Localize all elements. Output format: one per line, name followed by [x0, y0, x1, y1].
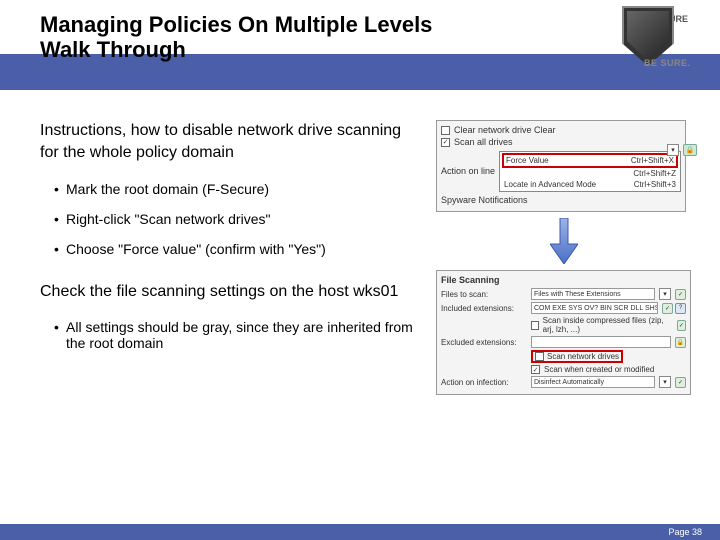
files-to-scan-label: Files to scan:	[441, 290, 527, 299]
dropdown-icon[interactable]: ▾	[667, 144, 679, 156]
list-item: All settings should be gray, since they …	[54, 319, 420, 351]
content-area: Instructions, how to disable network dri…	[0, 90, 720, 490]
scan-network-label: Scan network drives	[547, 352, 619, 361]
context-menu-panel: Clear network drive Clear Scan all drive…	[436, 120, 686, 212]
status-icon: ✓	[675, 377, 686, 388]
scan-created-label: Scan when created or modified	[544, 365, 654, 374]
slide-header: Managing Policies On Multiple LevelsWalk…	[0, 0, 720, 90]
spyware-label: Spyware Notifications	[441, 195, 528, 205]
page-footer: Page 38	[0, 524, 720, 540]
scan-network-highlight: Scan network drives	[531, 350, 623, 363]
dropdown-icon[interactable]: ▾	[659, 288, 671, 300]
excluded-ext-label: Excluded extensions:	[441, 338, 527, 347]
screenshot-column: Clear network drive Clear Scan all drive…	[436, 120, 691, 490]
checkbox-icon[interactable]	[441, 126, 450, 135]
action-infection-label: Action on infection:	[441, 378, 527, 387]
instruction-list: Mark the root domain (F-Secure) Right-cl…	[40, 181, 420, 257]
lock-icon: 🔒	[675, 337, 686, 348]
included-ext-value[interactable]: COM EXE SYS OV? BIN SCR DLL SHS HTM HTA	[531, 302, 658, 314]
arrow-down-icon	[550, 218, 578, 264]
panel-title: File Scanning	[441, 275, 686, 285]
included-ext-label: Included extensions:	[441, 304, 527, 313]
action-infection-value[interactable]: Disinfect Automatically	[531, 376, 655, 388]
page-title: Managing Policies On Multiple LevelsWalk…	[40, 12, 432, 63]
intro-text: Instructions, how to disable network dri…	[40, 120, 420, 163]
scan-compressed-label: Scan inside compressed files (zip, arj, …	[543, 316, 673, 334]
checkbox-icon[interactable]	[531, 321, 539, 330]
status-icon: ✓	[675, 289, 686, 300]
lock-icon[interactable]: 🔒	[683, 144, 697, 156]
action-line-label: Action on line	[441, 166, 495, 176]
dropdown-icon[interactable]: ▾	[659, 376, 671, 388]
page-number: Page 38	[668, 527, 702, 537]
menu-item[interactable]: Ctrl+Shift+Z	[502, 168, 678, 179]
checkbox-icon[interactable]	[535, 352, 544, 361]
clear-label: Clear network drive Clear	[454, 125, 556, 135]
files-to-scan-value[interactable]: Files with These Extensions	[531, 288, 655, 300]
check-list: All settings should be gray, since they …	[40, 319, 420, 351]
brand-tagline: BE SURE.	[644, 58, 691, 68]
checkbox-checked-icon[interactable]	[531, 365, 540, 374]
excluded-ext-value[interactable]	[531, 336, 671, 348]
shield-icon	[622, 6, 674, 66]
instructions-column: Instructions, how to disable network dri…	[40, 120, 420, 490]
checkbox-checked-icon[interactable]	[441, 138, 450, 147]
list-item: Choose "Force value" (confirm with "Yes"…	[54, 241, 420, 257]
scan-label: Scan all drives	[454, 137, 513, 147]
check-text: Check the file scanning settings on the …	[40, 281, 420, 303]
menu-locate-advanced[interactable]: Locate in Advanced Mode Ctrl+Shift+3	[502, 179, 678, 190]
list-item: Right-click "Scan network drives"	[54, 211, 420, 227]
menu-force-value[interactable]: Force Value Ctrl+Shift+X	[502, 153, 678, 168]
brand-logo: F-SECURE BE SURE.	[588, 6, 708, 84]
info-icon: ?	[675, 303, 686, 314]
file-scanning-panel: File Scanning Files to scan: Files with …	[436, 270, 691, 395]
status-icon: ✓	[677, 320, 686, 331]
status-icon: ✓	[662, 303, 673, 314]
list-item: Mark the root domain (F-Secure)	[54, 181, 420, 197]
